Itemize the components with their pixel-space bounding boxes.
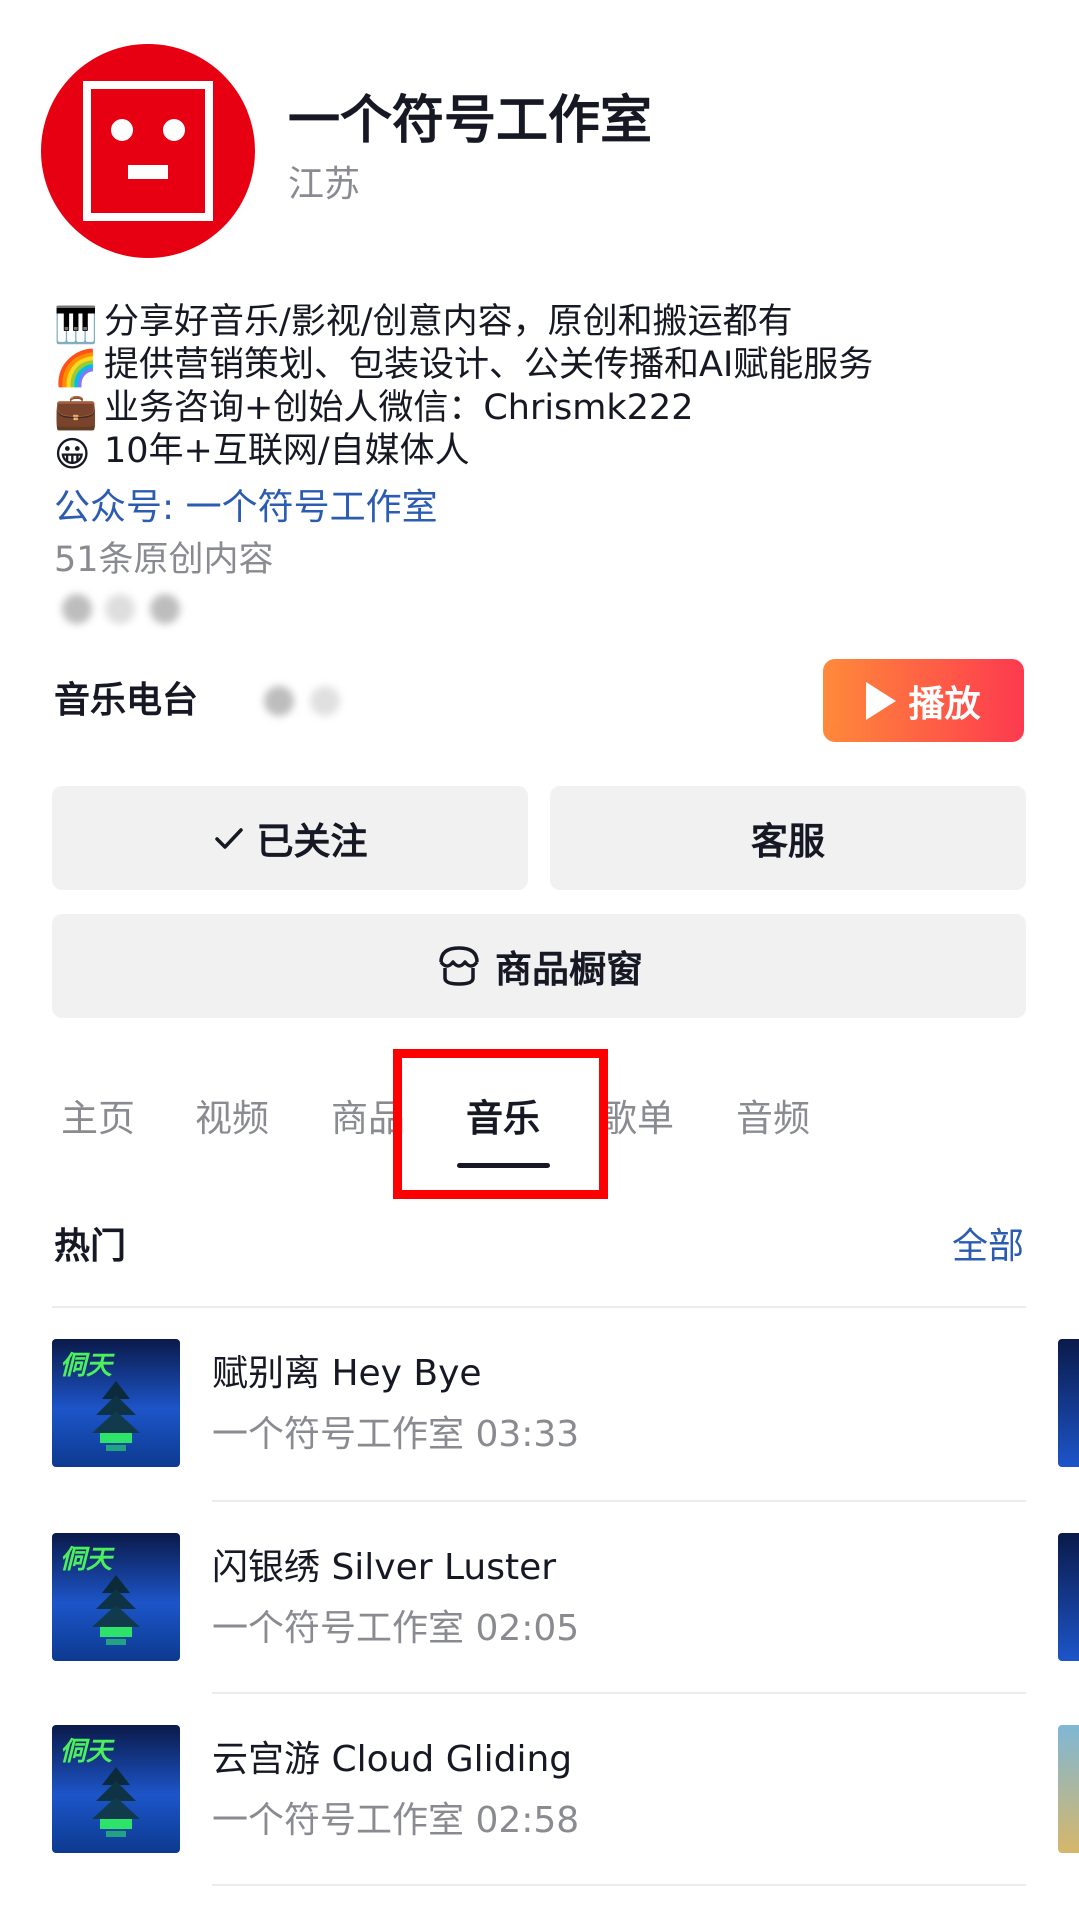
blurred-tag bbox=[62, 594, 92, 624]
product-showcase-label: 商品橱窗 bbox=[495, 948, 643, 991]
music-radio-label: 音乐电台 bbox=[54, 680, 199, 721]
logo-mouth bbox=[128, 165, 168, 179]
song-meta: 一个符号工作室 03:33 bbox=[212, 1417, 579, 1453]
song-meta: 一个符号工作室 02:58 bbox=[212, 1803, 579, 1839]
bio-line: 🎹 分享好音乐/影视/创意内容，原创和搬运都有 bbox=[54, 305, 793, 344]
bio-text: 10年+互联网/自媒体人 bbox=[104, 431, 470, 471]
next-thumbnail[interactable] bbox=[1058, 1725, 1079, 1853]
next-thumbnail[interactable] bbox=[1058, 1339, 1079, 1467]
tab-playlists[interactable]: 歌单 bbox=[600, 1100, 674, 1137]
blurred-tag bbox=[310, 686, 340, 716]
piano-icon: 🎹 bbox=[54, 306, 98, 346]
divider bbox=[212, 1884, 1026, 1886]
play-icon bbox=[866, 681, 897, 720]
logo-eye-right bbox=[163, 119, 185, 141]
song-artist: 一个符号工作室 bbox=[212, 1800, 465, 1841]
song-title: 云宫游 Cloud Gliding bbox=[212, 1739, 573, 1780]
song-artist: 一个符号工作室 bbox=[212, 1414, 465, 1455]
song-row[interactable]: 侗天 闪银绣 Silver Luster 一个符号工作室 02:05 bbox=[0, 1514, 1079, 1694]
customer-service-button[interactable]: 客服 bbox=[550, 786, 1026, 890]
profile-region: 江苏 bbox=[288, 164, 361, 205]
followed-label: 已关注 bbox=[256, 820, 368, 863]
view-all-link[interactable]: 全部 bbox=[952, 1229, 1024, 1265]
song-duration: 02:58 bbox=[475, 1800, 580, 1841]
song-row[interactable]: 侗天 赋别离 Hey Bye 一个符号工作室 03:33 bbox=[0, 1320, 1079, 1500]
song-artist: 一个符号工作室 bbox=[212, 1608, 465, 1649]
bio-line: 🌈 提供营销策划、包装设计、公关传播和AI赋能服务 bbox=[54, 348, 873, 387]
bio-text: 业务咨询+创始人微信：Chrismk222 bbox=[104, 388, 694, 428]
tab-home[interactable]: 主页 bbox=[61, 1100, 135, 1137]
highlight-box bbox=[393, 1049, 608, 1199]
pagoda-illustration bbox=[92, 1575, 140, 1645]
bio-line: 💼 业务咨询+创始人微信：Chrismk222 bbox=[54, 391, 693, 430]
pagoda-illustration bbox=[92, 1767, 140, 1837]
bio-line: 😀 10年+互联网/自媒体人 bbox=[54, 434, 470, 473]
profile-name: 一个符号工作室 bbox=[288, 91, 653, 151]
divider bbox=[212, 1692, 1026, 1694]
section-title-hot: 热门 bbox=[54, 1226, 127, 1267]
next-thumbnail[interactable] bbox=[1058, 1533, 1079, 1661]
song-duration: 02:05 bbox=[475, 1608, 580, 1649]
bio-text: 分享好音乐/影视/创意内容，原创和搬运都有 bbox=[104, 302, 793, 342]
blurred-tag bbox=[105, 594, 135, 624]
divider bbox=[52, 1306, 1026, 1308]
bio-text: 提供营销策划、包装设计、公关传播和AI赋能服务 bbox=[104, 345, 874, 385]
official-account-link[interactable]: 公众号: 一个符号工作室 bbox=[54, 490, 438, 526]
blurred-tag bbox=[150, 594, 180, 624]
logo-eye-left bbox=[111, 119, 133, 141]
song-meta: 一个符号工作室 02:05 bbox=[212, 1611, 579, 1647]
shop-icon bbox=[439, 946, 479, 986]
product-showcase-button[interactable]: 商品橱窗 bbox=[52, 914, 1026, 1018]
song-title: 闪银绣 Silver Luster bbox=[212, 1547, 557, 1588]
song-title: 赋别离 Hey Bye bbox=[212, 1353, 482, 1394]
check-icon bbox=[214, 828, 243, 849]
briefcase-icon: 💼 bbox=[54, 392, 98, 432]
song-duration: 03:33 bbox=[475, 1414, 580, 1455]
tab-videos[interactable]: 视频 bbox=[195, 1100, 269, 1137]
play-label: 播放 bbox=[908, 683, 981, 725]
original-content-count: 51条原创内容 bbox=[54, 540, 274, 580]
followed-button[interactable]: 已关注 bbox=[52, 786, 528, 890]
song-cover: 侗天 bbox=[52, 1725, 180, 1853]
grinning-face-icon: 😀 bbox=[54, 435, 91, 475]
play-button[interactable]: 播放 bbox=[823, 659, 1024, 742]
song-row[interactable]: 侗天 云宫游 Cloud Gliding 一个符号工作室 02:58 bbox=[0, 1706, 1079, 1886]
song-cover: 侗天 bbox=[52, 1339, 180, 1467]
rainbow-icon: 🌈 bbox=[54, 349, 98, 389]
avatar-logo bbox=[83, 81, 213, 221]
pagoda-illustration bbox=[92, 1381, 140, 1451]
song-cover: 侗天 bbox=[52, 1533, 180, 1661]
tab-audio[interactable]: 音频 bbox=[736, 1100, 810, 1137]
blurred-tag bbox=[264, 686, 294, 716]
customer-service-label: 客服 bbox=[751, 820, 825, 863]
divider bbox=[212, 1500, 1026, 1502]
